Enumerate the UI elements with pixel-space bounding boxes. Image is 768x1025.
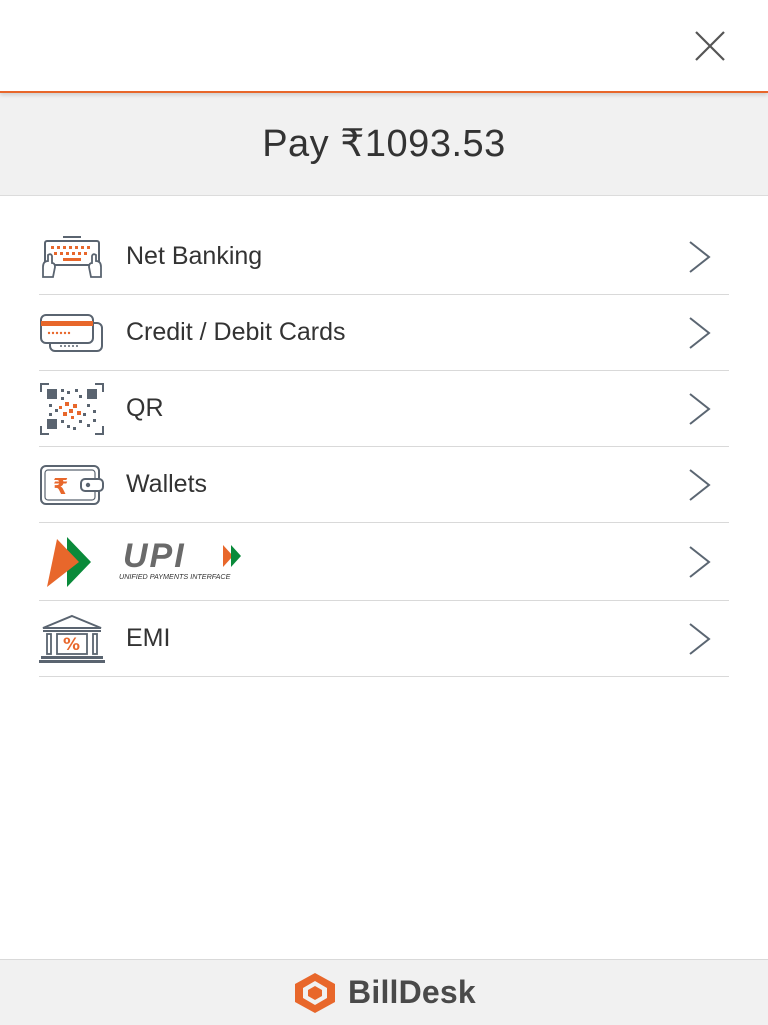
upi-logo-text: UPI	[123, 537, 186, 575]
rupee-symbol: ₹	[53, 475, 68, 500]
method-upi[interactable]: UPI UNIFIED PAYMENTS INTERFACE	[39, 523, 729, 601]
wallet-icon: ₹	[39, 460, 105, 510]
method-label: Wallets	[126, 470, 208, 498]
payment-methods-list: Net Banking Credit / Debit Cards QR ₹ Wa…	[39, 219, 729, 677]
method-net-banking[interactable]: Net Banking	[39, 219, 729, 295]
billdesk-logo-icon	[295, 972, 336, 1013]
close-button[interactable]	[692, 28, 728, 64]
chevron-right-icon	[689, 468, 711, 501]
upi-arrow-icon	[39, 536, 105, 587]
method-wallets[interactable]: ₹ Wallets	[39, 447, 729, 523]
percent-symbol: %	[63, 635, 80, 655]
emi-bank-icon: %	[39, 614, 105, 664]
chevron-right-icon	[689, 622, 711, 655]
method-cards[interactable]: Credit / Debit Cards	[39, 295, 729, 371]
chevron-right-icon	[689, 316, 711, 349]
close-icon[interactable]	[692, 28, 728, 64]
billdesk-brand: BillDesk	[348, 974, 476, 1010]
pay-amount: Pay ₹1093.53	[262, 122, 506, 165]
method-emi[interactable]: % EMI	[39, 601, 729, 677]
method-label: Credit / Debit Cards	[126, 318, 346, 346]
method-qr[interactable]: QR	[39, 371, 729, 447]
chevron-right-icon	[689, 240, 711, 273]
cards-icon	[39, 308, 105, 358]
top-bar	[0, 0, 768, 93]
chevron-right-icon	[689, 392, 711, 425]
chevron-right-icon	[689, 545, 711, 578]
method-label: Net Banking	[126, 242, 263, 270]
qr-code-icon	[39, 382, 105, 435]
net-banking-icon	[39, 232, 105, 282]
amount-banner: Pay ₹1093.53	[0, 93, 768, 196]
upi-subtext: UNIFIED PAYMENTS INTERFACE	[119, 572, 231, 581]
method-label: QR	[126, 394, 164, 422]
method-label: EMI	[126, 624, 171, 652]
footer: BillDesk	[0, 959, 768, 1025]
upi-logo: UPI UNIFIED PAYMENTS INTERFACE	[119, 537, 249, 586]
